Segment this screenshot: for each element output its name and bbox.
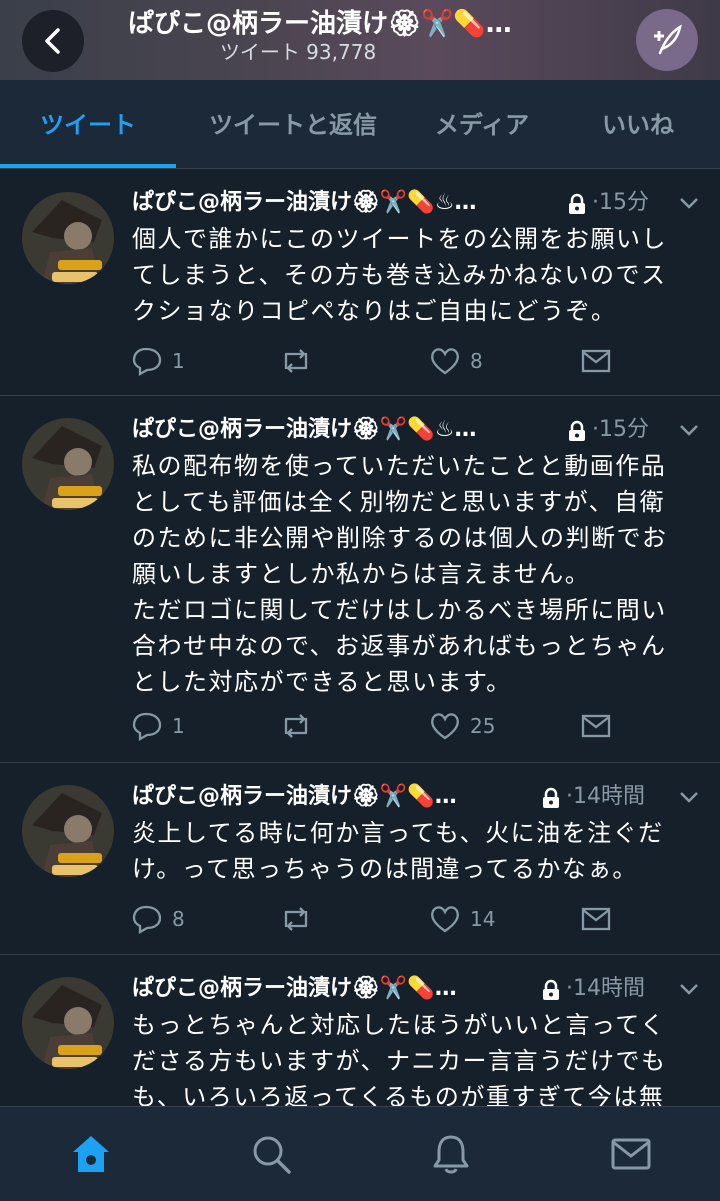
tweet-time: ·15分 (592, 190, 649, 215)
reply-count: 8 (172, 907, 185, 931)
dm-button[interactable] (580, 897, 612, 941)
back-button[interactable] (22, 10, 84, 72)
like-count: 8 (470, 349, 483, 373)
tab-tweets[interactable]: ツイート (0, 80, 176, 168)
nav-notifications[interactable] (426, 1129, 476, 1179)
tweet-author-name[interactable]: ぱぴこ@柄ラー油漬け🏵✂️💊… (132, 779, 457, 815)
like-icon (431, 713, 459, 740)
avatar[interactable] (22, 977, 114, 1069)
tab-media[interactable]: メディア (410, 80, 554, 168)
nav-search[interactable] (246, 1129, 296, 1179)
like-button[interactable]: 25 (428, 704, 495, 748)
profile-name: ぱぴこ@柄ラー油漬け🏵✂️💊… (128, 9, 512, 39)
tab-tweets-and-replies[interactable]: ツイートと返信 (190, 80, 396, 168)
avatar[interactable] (22, 785, 114, 877)
retweet-icon (284, 907, 308, 931)
compose-tweet-icon (654, 24, 682, 55)
reply-button[interactable]: 1 (130, 339, 185, 383)
chevron-down-icon[interactable] (678, 981, 700, 997)
reply-icon (132, 905, 162, 934)
reply-icon (132, 347, 162, 376)
messages-icon (611, 1138, 651, 1170)
chevron-down-icon[interactable] (678, 195, 700, 211)
search-icon (253, 1136, 291, 1174)
active-tab-indicator (0, 164, 176, 168)
dm-icon (581, 714, 611, 738)
dm-button[interactable] (580, 339, 612, 383)
back-arrow-icon (45, 28, 60, 54)
tweet[interactable]: ぱぴこ@柄ラー油漬け🏵✂️💊♨… ·15分 私の配布物を使っていただいたことと動… (0, 396, 720, 763)
retweet-button[interactable] (278, 339, 322, 383)
bottom-navigation (0, 1106, 720, 1201)
tweet-time: ·14時間 (566, 976, 645, 1001)
dm-icon (581, 907, 611, 931)
like-count: 25 (470, 714, 496, 738)
tab-likes[interactable]: いいね (570, 80, 706, 168)
tweet-author-name[interactable]: ぱぴこ@柄ラー油漬け🏵✂️💊♨… (132, 412, 476, 448)
lock-icon (543, 787, 559, 808)
like-count: 14 (470, 907, 496, 931)
reply-button[interactable]: 8 (130, 897, 185, 941)
tweet-text: もっとちゃんと対応したほうがいいと言ってく ださる方もいますが、ナニカー言言うだ… (132, 1011, 667, 1106)
tweet-author-name[interactable]: ぱぴこ@柄ラー油漬け🏵✂️💊♨… (132, 185, 476, 221)
reply-icon (132, 712, 162, 741)
profile-header: ぱぴこ@柄ラー油漬け🏵✂️💊… ツイート 93,778 (0, 0, 720, 80)
dm-button[interactable] (580, 704, 612, 748)
notifications-icon (433, 1135, 469, 1174)
lock-icon (569, 193, 585, 214)
tweet-text: 私の配布物を使っていただいたことと動画作品 としても評価は全く別物だと思いますが… (132, 452, 668, 696)
avatar[interactable] (22, 192, 114, 284)
retweet-button[interactable] (278, 897, 322, 941)
like-icon (431, 906, 459, 933)
tweet-count: ツイート 93,778 (219, 40, 377, 64)
tweet[interactable]: ぱぴこ@柄ラー油漬け🏵✂️💊♨… ·15分 個人で誰かにこのツイートをの公開をお… (0, 169, 720, 396)
tweet-text: 個人で誰かにこのツイートをの公開をお願いし てしまうと、その方も巻き込みかねない… (132, 225, 668, 325)
tweet-author-name[interactable]: ぱぴこ@柄ラー油漬け🏵✂️💊… (132, 971, 457, 1007)
reply-count: 1 (172, 714, 185, 738)
tweet-time: ·14時間 (566, 784, 645, 809)
home-icon (73, 1136, 109, 1172)
tweet[interactable]: ぱぴこ@柄ラー油漬け🏵✂️💊… ·14時間 もっとちゃんと対応したほうがいいと言… (0, 955, 720, 1106)
compose-tweet-button[interactable] (636, 9, 698, 71)
lock-icon (543, 979, 559, 1000)
reply-button[interactable]: 1 (130, 704, 185, 748)
lock-icon (569, 420, 585, 441)
tweet[interactable]: ぱぴこ@柄ラー油漬け🏵✂️💊… ·14時間 炎上してる時に何か言っても、火に油を… (0, 763, 720, 955)
like-button[interactable]: 8 (428, 339, 483, 383)
chevron-down-icon[interactable] (678, 789, 700, 805)
tweet-text: 炎上してる時に何か言っても、火に油を注ぐだ け。って思っちゃうのは間違ってるかな… (132, 819, 664, 883)
nav-messages[interactable] (606, 1129, 656, 1179)
chevron-down-icon[interactable] (678, 422, 700, 438)
dm-icon (581, 349, 611, 373)
retweet-icon (284, 349, 308, 373)
reply-count: 1 (172, 349, 185, 373)
retweet-button[interactable] (278, 704, 322, 748)
tweet-time: ·15分 (592, 417, 649, 442)
like-icon (431, 348, 459, 375)
like-button[interactable]: 14 (428, 897, 495, 941)
profile-tabs: ツイート ツイートと返信 メディア いいね (0, 80, 720, 169)
retweet-icon (284, 714, 308, 738)
avatar[interactable] (22, 418, 114, 510)
nav-home[interactable] (66, 1129, 116, 1179)
